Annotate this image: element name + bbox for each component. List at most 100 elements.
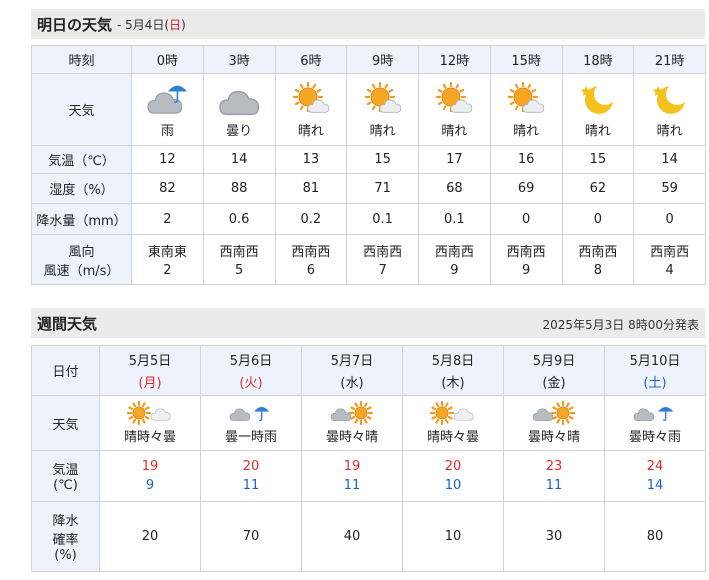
hour-header-cell: 3時 [202,45,276,74]
day-date: 5月6日 [229,354,273,369]
hour-weather-text: 曇り [226,124,253,139]
hour-time: 21時 [654,54,685,69]
hour-humidity-cell: 82 [131,173,204,204]
hour-humidity: 82 [159,181,176,196]
cloud-then-rain-icon [201,401,301,425]
hour-temp-cell: 15 [561,145,635,174]
day-dow: (火) [239,376,263,391]
date-suffix: ) [181,18,186,32]
hour-precip: 0.1 [372,211,393,227]
hour-weather-text: 晴れ [369,124,396,139]
row-label-humidity: 湿度（%） [31,173,132,204]
day-temp-cell: 20 11 [200,450,302,502]
hour-precip: 0 [593,211,603,227]
day-rain-cell: 70 [200,501,302,572]
hour-weather-text: 晴れ [656,124,683,139]
day-date: 5月5日 [128,354,172,369]
day-temp-cell: 23 11 [503,450,605,502]
hour-weather-text: 雨 [160,124,174,139]
day-dow: (水) [340,376,364,391]
hour-wind-cell: 西南西 5 [202,234,276,285]
day-rain-cell: 20 [99,501,201,572]
row-label-wind: 風向 風速（m/s） [31,234,132,285]
hour-weather-text: 晴れ [584,124,611,139]
cloud-then-sun-icon [302,401,402,425]
hour-header-cell: 12時 [418,45,491,74]
row-label-precip: 降水量（mm） [31,203,132,235]
hour-time: 0時 [156,54,179,69]
hour-wind-dir: 東南東 [147,245,187,260]
rain-cloud-icon [132,80,203,118]
hour-precip-cell: 0 [561,203,635,235]
day-rain-cell: 30 [503,501,605,572]
sun-cloud-icon [491,80,562,118]
day-high-temp: 24 [646,459,664,474]
hour-wind-dir: 西南西 [363,245,403,260]
moon-star-icon [634,80,705,118]
hour-wind-dir: 西南西 [219,245,259,260]
label-temp-1: 気温 [52,463,79,478]
day-date: 5月10日 [629,354,681,369]
day-high-temp: 20 [444,459,462,474]
label-rain-2: 確率 [52,533,79,548]
day-temp-cell: 24 14 [604,450,706,502]
day-low-temp: 11 [343,478,361,493]
hour-humidity: 59 [661,181,678,196]
hour-wind-speed: 9 [521,263,531,278]
cloud-then-rain-icon [605,401,705,425]
tomorrow-date: - 5月4日(日) [117,16,186,33]
hour-weather-cell: 曇り [202,73,276,146]
hour-precip: 0 [665,211,674,227]
weekly-issued: 2025年5月3日 8時00分発表 [542,318,699,332]
hour-humidity-cell: 81 [274,173,348,204]
date-dow: 日 [169,18,182,32]
hour-temp-cell: 14 [202,145,276,174]
hour-humidity-cell: 88 [202,173,276,204]
day-rain-chance: 30 [545,529,563,544]
day-rain-cell: 10 [402,501,504,572]
hour-weather-text: 晴れ [297,124,324,139]
hour-wind-speed: 9 [450,263,459,278]
sun-then-cloud-icon [403,401,503,425]
hour-time: 3時 [228,54,250,69]
day-rain-chance: 20 [141,529,159,544]
day-header-cell: 5月5日 (月) [99,345,201,396]
hour-header-cell: 6時 [274,45,348,74]
row-label-date: 日付 [31,345,100,396]
moon-star-icon [563,80,634,118]
hour-humidity: 68 [446,181,463,196]
day-rain-chance: 80 [646,529,664,544]
day-weather-text: 曇時々雨 [628,430,681,445]
hour-precip: 0.6 [228,211,250,227]
hour-precip: 0 [521,211,531,227]
hour-wind-cell: 西南西 9 [489,234,563,285]
hour-wind-cell: 西南西 8 [561,234,635,285]
hour-header-cell: 15時 [489,45,563,74]
hour-weather-cell: 晴れ [274,73,348,146]
hour-header-cell: 9時 [346,45,419,74]
hour-precip-cell: 0.1 [346,203,419,235]
row-label-rain-chance: 降水 確率 (%) [31,501,100,572]
row-label-time: 時刻 [31,45,132,74]
day-date: 5月7日 [330,354,374,369]
day-low-temp: 11 [545,478,563,493]
hour-wind-speed: 2 [163,263,172,278]
weekly-title: 週間天気 [37,315,98,333]
label-temp-2: (℃) [53,478,78,493]
day-dow: (土) [643,376,667,391]
day-low-temp: 11 [242,478,260,493]
hour-precip-cell: 0 [489,203,563,235]
hour-precip-cell: 0.1 [418,203,491,235]
hour-header-cell: 0時 [131,45,204,74]
day-weather-text: 曇時々晴 [527,430,580,445]
tomorrow-title: 明日の天気 [37,16,113,34]
hour-wind-cell: 東南東 2 [131,234,204,285]
hour-humidity: 71 [374,181,391,196]
day-header-cell: 5月6日 (火) [200,345,302,396]
hour-temp: 16 [517,152,535,167]
day-weather-cell: 曇一時雨 [200,395,302,451]
hour-weather-cell: 晴れ [489,73,563,146]
day-rain-chance: 40 [343,529,361,544]
sun-then-cloud-icon [100,401,200,425]
hour-wind-dir: 西南西 [506,245,546,260]
